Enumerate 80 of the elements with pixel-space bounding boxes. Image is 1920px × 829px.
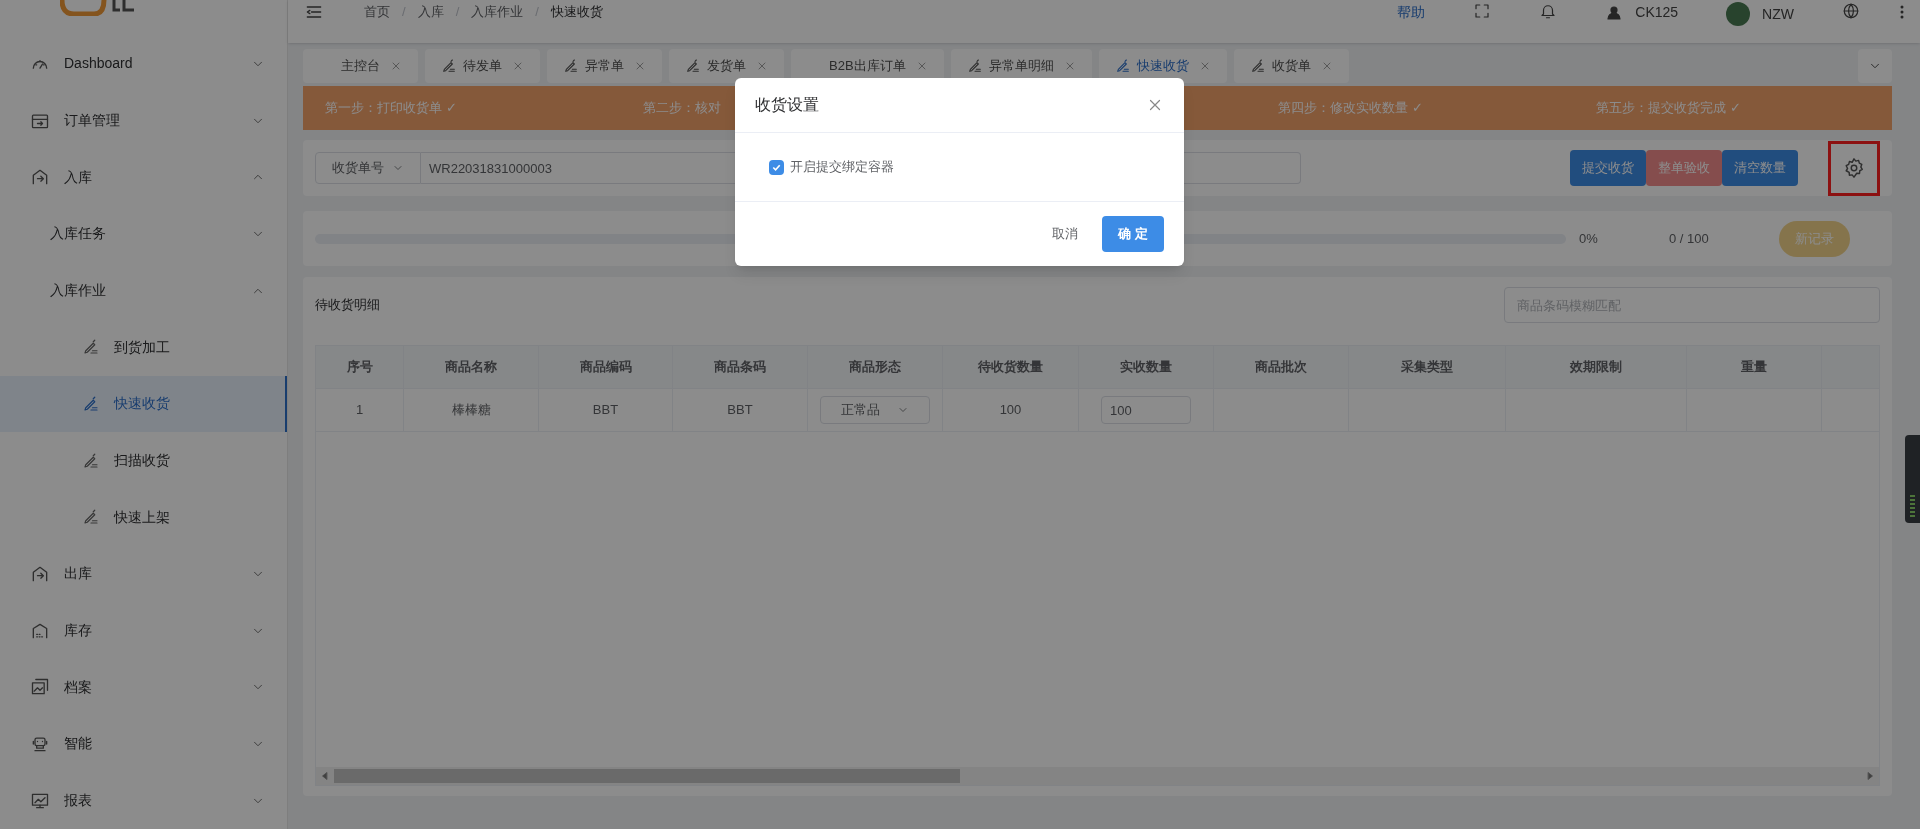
breadcrumb-separator: / (535, 3, 539, 21)
step-label: 第四步：修改实收数量 ✓ (1278, 99, 1423, 118)
pen-icon (82, 338, 100, 357)
username: CK125 (1635, 3, 1679, 22)
progress-count: 0 / 100 (1669, 229, 1710, 248)
close-icon (756, 60, 768, 72)
scroll-left-icon (320, 771, 330, 781)
breadcrumb-separator: / (402, 3, 406, 21)
column-header: 序号 (316, 346, 404, 388)
tab[interactable]: 快速收货 (1098, 49, 1227, 83)
column-header: 商品名称 (404, 346, 539, 388)
column-header: 重量 (1687, 346, 1822, 388)
column-header: 待收货数量 (943, 346, 1079, 388)
pen-icon (82, 394, 100, 413)
action-button[interactable]: 清空数量 (1722, 150, 1798, 186)
bell-icon (1539, 2, 1558, 20)
tab[interactable]: 待发单 (425, 49, 540, 83)
checkbox-label: 开启提交绑定容器 (790, 158, 894, 177)
tab[interactable]: 发货单 (669, 49, 784, 83)
more-icon[interactable] (1900, 5, 1904, 19)
submenu-item[interactable]: 入库任务 (0, 205, 287, 263)
tab[interactable]: 主控台 (303, 49, 418, 83)
avatar (1726, 2, 1751, 26)
sidebar-item[interactable]: 智能 (0, 715, 287, 773)
table-cell: 1 (316, 389, 404, 431)
breadcrumb-current: 快速收货 (550, 3, 603, 21)
sidebar-item[interactable]: 入库 (0, 148, 287, 206)
submenu-item[interactable]: 入库作业 (0, 262, 287, 319)
section-title: 待收货明细 (315, 296, 381, 315)
sidebar-item[interactable]: 订单管理 (0, 92, 287, 149)
scrollbar-thumb[interactable] (334, 769, 960, 783)
settings-icon (1843, 157, 1865, 179)
fullscreen-icon (1473, 2, 1492, 20)
column-header: 实收数量 (1079, 346, 1214, 388)
scroll-right-icon (1865, 771, 1875, 781)
user-icon (1605, 3, 1624, 22)
table-cell: 棒棒糖 (404, 389, 539, 431)
table-cell: BBT (673, 389, 808, 431)
checkbox[interactable] (769, 159, 784, 175)
sidebar-item[interactable]: Dashboard (0, 35, 287, 93)
step-label: 第二步：核对 (642, 99, 721, 118)
column-header: 效期限制 (1506, 346, 1687, 388)
cancel-button[interactable]: 取消 (1040, 216, 1091, 252)
menu-item[interactable]: 扫描收货 (0, 432, 287, 489)
pen-icon (82, 451, 100, 470)
column-header: 商品编码 (539, 346, 673, 388)
form-select[interactable]: 正常品 (820, 396, 930, 424)
confirm-button[interactable]: 确 定 (1102, 216, 1164, 252)
breadcrumb-link[interactable]: 入库作业 (471, 2, 524, 22)
table-cell: 100 (943, 389, 1079, 431)
close-icon (512, 60, 524, 72)
column-header: 采集类型 (1349, 346, 1506, 388)
help-link[interactable]: 帮助 (1397, 2, 1426, 23)
globe-icon (1842, 2, 1860, 20)
column-header: 商品形态 (808, 346, 943, 388)
column-header: 商品条码 (673, 346, 808, 388)
column-header: 商品批次 (1214, 346, 1349, 388)
table-cell: BBT (539, 389, 673, 431)
close-icon (634, 60, 646, 72)
account-name: NZW (1762, 4, 1794, 24)
sidebar-item[interactable]: 出库 (0, 545, 287, 603)
close-icon (390, 60, 402, 72)
menu-item[interactable]: 到货加工 (0, 318, 287, 376)
breadcrumb-link[interactable]: 入库 (417, 2, 444, 22)
sidebar-item[interactable]: 库存 (0, 602, 287, 659)
tab[interactable]: 异常单 (547, 49, 662, 83)
action-button[interactable]: 提交收货 (1570, 150, 1646, 186)
menu-item[interactable]: 快速上架 (0, 488, 287, 546)
menu-item[interactable]: 快速收货 (0, 375, 287, 433)
pen-icon (82, 508, 100, 527)
field-type-select[interactable]: 收货单号 (315, 152, 421, 184)
sidebar-item[interactable]: 报表 (0, 772, 287, 829)
breadcrumb-link[interactable]: 首页 (364, 2, 390, 22)
dialog-title: 收货设置 (755, 95, 820, 115)
step-label: 第五步：提交收货完成 ✓ (1596, 99, 1741, 118)
breadcrumb-separator: / (455, 3, 460, 21)
progress-percent: 0% (1579, 229, 1599, 248)
quantity-field[interactable]: 100 (1101, 396, 1191, 424)
tab[interactable]: 收货单 (1233, 49, 1349, 83)
sidebar-item[interactable]: 档案 (0, 658, 287, 716)
